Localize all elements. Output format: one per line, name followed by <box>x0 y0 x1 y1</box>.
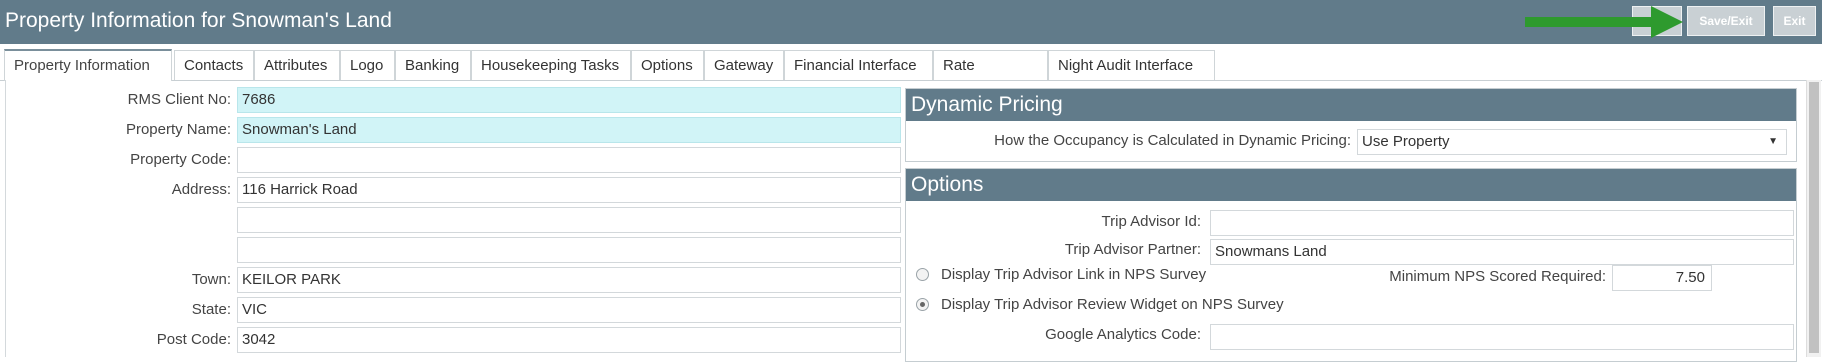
dynamic-pricing-panel: Dynamic Pricing How the Occupancy is Cal… <box>905 88 1797 162</box>
property-code-field[interactable] <box>237 147 901 173</box>
occupancy-calculation-label: How the Occupancy is Calculated in Dynam… <box>994 132 1351 149</box>
post-code-label: Post Code: <box>156 331 231 348</box>
state-label: State: <box>191 301 231 318</box>
occupancy-calculation-select[interactable]: Use Property ▼ <box>1357 129 1787 155</box>
rms-client-no-field[interactable]: 7686 <box>237 87 901 113</box>
trip-advisor-id-field[interactable] <box>1210 210 1794 236</box>
exit-button[interactable]: Exit <box>1773 6 1816 36</box>
town-field[interactable]: KEILOR PARK <box>237 267 901 293</box>
display-trip-advisor-link-label: Display Trip Advisor Link in NPS Survey <box>941 266 1207 283</box>
vertical-scrollbar[interactable] <box>1806 80 1821 357</box>
display-trip-advisor-widget-label: Display Trip Advisor Review Widget on NP… <box>941 296 1284 313</box>
tab-housekeeping-tasks[interactable]: Housekeeping Tasks <box>471 50 631 80</box>
green-arrow-icon <box>1525 6 1683 38</box>
rms-client-no-label: RMS Client No: <box>127 91 231 108</box>
address-label: Address: <box>171 181 231 198</box>
minimum-nps-label: Minimum NPS Scored Required: <box>1389 268 1606 285</box>
google-analytics-label: Google Analytics Code: <box>1045 326 1201 343</box>
display-trip-advisor-widget-radio[interactable] <box>916 298 929 311</box>
town-label: Town: <box>191 271 231 288</box>
save-exit-button[interactable]: Save/Exit <box>1687 6 1765 36</box>
chevron-down-icon: ▼ <box>1768 136 1778 147</box>
state-field[interactable]: VIC <box>237 297 901 323</box>
property-name-label: Property Name: <box>125 121 231 138</box>
trip-advisor-id-label: Trip Advisor Id: <box>1101 213 1201 230</box>
address-line3-field[interactable] <box>237 237 901 263</box>
post-code-field[interactable]: 3042 <box>237 327 901 353</box>
tab-logo[interactable]: Logo <box>340 50 395 80</box>
property-code-label: Property Code: <box>130 151 231 168</box>
tab-night-audit-interface[interactable]: Night Audit Interface <box>1048 50 1215 80</box>
address-line1-field[interactable]: 116 Harrick Road <box>237 177 901 203</box>
tab-banking[interactable]: Banking <box>395 50 471 80</box>
tab-gateway[interactable]: Gateway <box>704 50 784 80</box>
trip-advisor-partner-label: Trip Advisor Partner: <box>1064 241 1201 258</box>
options-panel: Options Trip Advisor Id: Trip Advisor Pa… <box>905 168 1797 362</box>
trip-advisor-partner-field[interactable]: Snowmans Land <box>1210 239 1794 265</box>
minimum-nps-field[interactable]: 7.50 <box>1612 265 1712 291</box>
radio-selected-dot <box>920 302 925 307</box>
page-title: Property Information for Snowman's Land <box>5 9 392 32</box>
dynamic-pricing-title: Dynamic Pricing <box>906 89 1796 121</box>
occupancy-calculation-value: Use Property <box>1362 133 1450 150</box>
options-title: Options <box>906 169 1796 201</box>
scrollbar-thumb[interactable] <box>1809 82 1819 353</box>
property-information-panel: RMS Client No: 7686 Property Name: Snowm… <box>5 80 1806 362</box>
property-name-field[interactable]: Snowman's Land <box>237 117 901 143</box>
address-line2-field[interactable] <box>237 207 901 233</box>
display-trip-advisor-link-radio[interactable] <box>916 268 929 281</box>
google-analytics-field[interactable] <box>1210 324 1794 350</box>
tab-contacts[interactable]: Contacts <box>174 50 254 80</box>
tab-financial-interface[interactable]: Financial Interface <box>784 50 933 80</box>
tab-property-information[interactable]: Property Information <box>4 49 172 81</box>
tab-bar: Property Information Contacts Attributes… <box>0 44 1822 104</box>
tab-options[interactable]: Options <box>631 50 704 80</box>
title-bar: Property Information for Snowman's Land … <box>0 0 1822 44</box>
tab-attributes[interactable]: Attributes <box>254 50 340 80</box>
tab-rate-manager[interactable]: Rate Manager <box>933 50 1048 104</box>
